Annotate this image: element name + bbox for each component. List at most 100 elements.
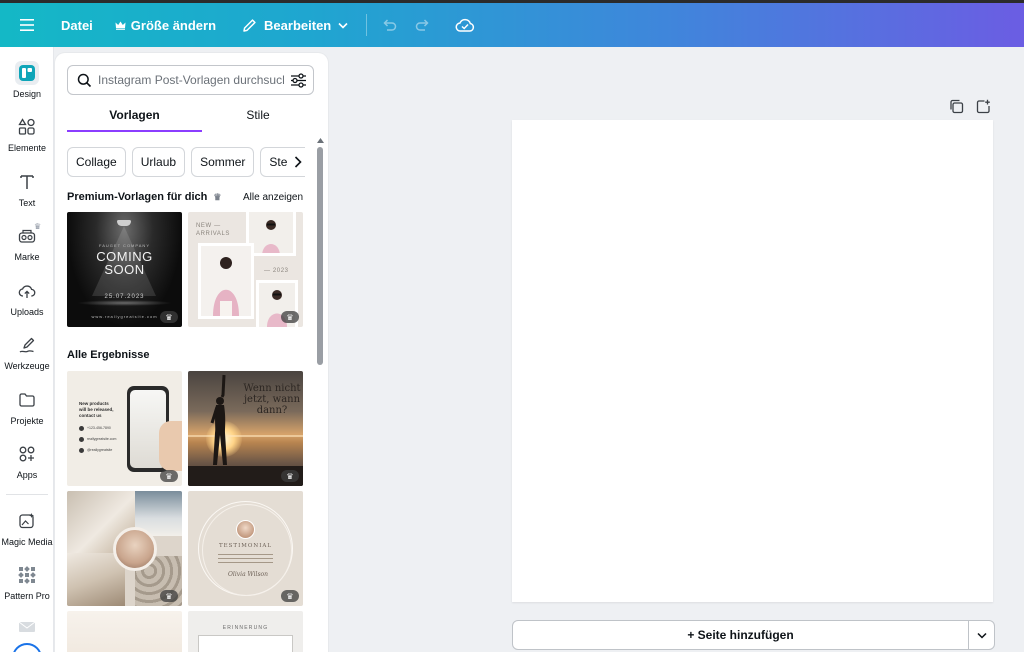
rail-item-brand[interactable]: ♛ Marke	[0, 222, 54, 262]
premium-crown-badge: ♛	[281, 311, 299, 323]
rail-item-pattern-pro[interactable]: Pattern Pro	[0, 563, 54, 601]
rail-label: Text	[18, 198, 36, 208]
text-line-placeholder	[218, 554, 273, 555]
left-nav-rail: Design Elemente Text ♛ Marke Uploads Wer…	[0, 47, 54, 652]
undo-button[interactable]	[377, 13, 401, 37]
premium-section-title: Premium-Vorlagen für dich ♛	[67, 191, 221, 203]
text-icon	[15, 170, 39, 194]
edit-mode-button[interactable]: Bearbeiten	[242, 3, 348, 47]
top-toolbar: Datei Größe ändern Bearbeiten	[0, 3, 1024, 47]
chips-scroll-right-button[interactable]	[287, 150, 309, 174]
duplicate-page-button[interactable]	[947, 97, 965, 115]
add-page-label: + Seite hinzufügen	[687, 628, 794, 642]
menu-button[interactable]	[0, 3, 54, 47]
rail-item-tools[interactable]: Werkzeuge	[0, 333, 54, 371]
design-page[interactable]	[512, 120, 993, 602]
text-line-placeholder	[218, 562, 273, 563]
duplicate-page-icon	[949, 99, 963, 113]
title-line-2: SOON	[104, 262, 145, 277]
tab-styles[interactable]: Stile	[202, 105, 314, 132]
apps-icon	[15, 442, 39, 466]
rail-label: Projekte	[10, 416, 44, 426]
quote-line-1: Wenn nicht	[243, 383, 301, 394]
rail-item-uploads[interactable]: Uploads	[0, 279, 54, 317]
template-testimonial[interactable]: TESTIMONIAL Olivia Wilson ♛	[188, 491, 303, 606]
add-page-button[interactable]: + Seite hinzufügen	[512, 620, 969, 650]
search-box	[67, 65, 314, 95]
chip-collage[interactable]: Collage	[67, 147, 126, 177]
template-collage[interactable]: ♛	[67, 491, 182, 606]
template-new-products[interactable]: New products will be released, contact u…	[67, 371, 182, 486]
new-products-text: New products will be released, contact u…	[79, 401, 114, 419]
hand-graphic	[159, 421, 182, 471]
phone-icon	[79, 426, 84, 431]
rail-label: Magic Media	[1, 537, 53, 547]
rail-label: Design	[12, 89, 41, 99]
template-partial-left[interactable]	[67, 611, 182, 652]
chevron-down-icon	[976, 632, 987, 639]
rail-item-partial[interactable]	[0, 615, 54, 639]
photo-circle	[113, 527, 157, 571]
site-text: reallygreatsite.com	[87, 437, 117, 441]
chevron-down-icon	[338, 22, 348, 29]
all-results-title: Alle Ergebnisse	[67, 349, 150, 361]
save-status-button[interactable]	[453, 13, 477, 37]
template-reminder[interactable]: ERINNERUNG	[188, 611, 303, 652]
rail-item-text[interactable]: Text	[0, 170, 54, 208]
decorative-ring	[202, 504, 292, 596]
premium-crown-badge: ♛	[160, 311, 178, 323]
reminder-title: ERINNERUNG	[222, 625, 269, 631]
category-chips: Collage Urlaub Sommer Stellen	[67, 147, 305, 177]
rail-item-projects[interactable]: Projekte	[0, 388, 54, 426]
rail-item-apps[interactable]: Apps	[0, 442, 54, 480]
upload-cloud-icon	[15, 279, 39, 303]
undo-icon	[383, 19, 397, 31]
testimonial-avatar	[236, 520, 255, 539]
rail-item-magic-media[interactable]: Magic Media	[0, 509, 54, 547]
lamp-graphic	[117, 220, 131, 226]
premium-crown-icon: ♛	[213, 191, 222, 202]
rail-label: Marke	[14, 252, 40, 262]
search-icon	[75, 71, 93, 89]
text-line-3: contact us	[79, 413, 102, 418]
rail-label: Apps	[16, 470, 38, 480]
year-text: — 2023	[264, 268, 289, 274]
rail-item-elements[interactable]: Elemente	[0, 115, 54, 153]
add-page-icon	[976, 99, 990, 113]
template-new-arrivals[interactable]: NEW — ARRIVALS — 2023 ♛	[188, 212, 303, 327]
quote-text: Wenn nicht jetzt, wann dann?	[243, 383, 301, 416]
tab-templates[interactable]: Vorlagen	[67, 105, 202, 132]
chip-sommer[interactable]: Sommer	[191, 147, 255, 177]
edit-mode-label: Bearbeiten	[264, 17, 332, 33]
filter-button[interactable]	[288, 70, 308, 90]
text-line-1: NEW —	[196, 223, 221, 229]
premium-title-text: Premium-Vorlagen für dich	[67, 191, 208, 203]
pencil-icon	[243, 18, 256, 32]
template-wenn-nicht-jetzt[interactable]: Wenn nicht jetzt, wann dann? ♛	[188, 371, 303, 486]
panel-scrollbar-thumb[interactable]	[317, 147, 323, 365]
instagram-icon	[79, 448, 84, 453]
file-menu-button[interactable]: Datei	[61, 3, 93, 47]
redo-icon	[416, 19, 429, 31]
search-input[interactable]	[98, 73, 284, 87]
crown-icon	[115, 21, 126, 30]
redo-button[interactable]	[411, 13, 435, 37]
panel-tabs: Vorlagen Stile	[67, 105, 314, 132]
resize-button[interactable]: Größe ändern	[115, 3, 216, 47]
rail-label: Pattern Pro	[4, 591, 50, 601]
add-page-options-button[interactable]	[968, 620, 995, 650]
scroll-up-button[interactable]	[316, 136, 324, 144]
premium-crown-badge: ♛	[281, 470, 299, 482]
rail-label: Werkzeuge	[4, 361, 50, 371]
reminder-box	[198, 635, 293, 652]
template-coming-soon[interactable]: FAUGET COMPANY COMING SOON 25.07.2023 ww…	[67, 212, 182, 327]
testimonial-title: TESTIMONIAL	[218, 543, 273, 549]
chevron-right-icon	[294, 156, 302, 168]
premium-crown-icon: ♛	[34, 222, 42, 231]
see-all-link[interactable]: Alle anzeigen	[243, 192, 303, 203]
envelope-icon	[15, 615, 39, 639]
rail-item-design[interactable]: Design	[0, 61, 54, 99]
premium-crown-badge: ♛	[160, 470, 178, 482]
add-page-icon-button[interactable]	[974, 97, 992, 115]
chip-urlaub[interactable]: Urlaub	[131, 147, 186, 177]
